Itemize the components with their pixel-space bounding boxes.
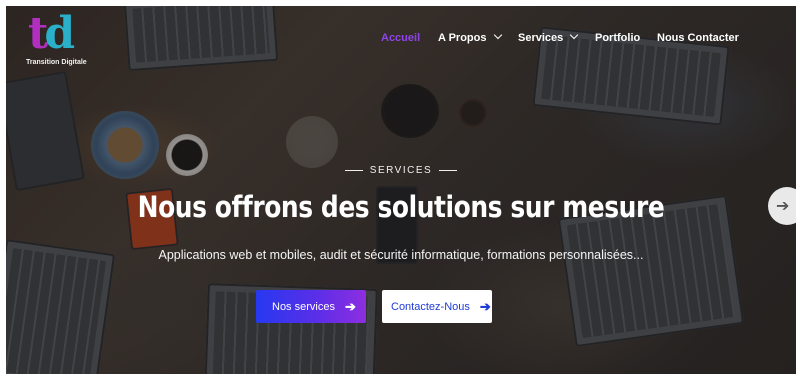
- eyebrow-label: SERVICES: [369, 165, 433, 176]
- chevron-down-icon: [493, 30, 502, 40]
- arrow-right-icon: ➔: [776, 198, 790, 215]
- nos-services-button[interactable]: Nos services ➔: [256, 290, 366, 323]
- main-nav: Accueil A Propos Services Portfolio Nous…: [6, 30, 796, 48]
- eyebrow-line: [344, 169, 363, 171]
- nav-item-nous-contacter[interactable]: Nous Contacter: [657, 32, 739, 44]
- nav-item-a-propos[interactable]: A Propos: [438, 30, 502, 44]
- hero-banner: td Transition Digitale Accueil A Propos …: [6, 6, 796, 374]
- contactez-nous-button[interactable]: Contactez-Nous ➔: [382, 290, 492, 323]
- logo-tagline: Transition Digitale: [26, 59, 87, 66]
- arrow-right-icon: ➔: [479, 299, 491, 314]
- chevron-down-icon: [570, 30, 579, 40]
- button-label: Contactez-Nous: [391, 300, 470, 313]
- hero-subtitle: Applications web et mobiles, audit et sé…: [158, 248, 644, 262]
- button-label: Nos services: [272, 300, 335, 313]
- hero-title: Nous offrons des solutions sur mesure: [137, 190, 665, 224]
- nav-item-label: Services: [518, 32, 564, 44]
- nav-item-accueil[interactable]: Accueil: [381, 32, 420, 44]
- arrow-right-icon: ➔: [344, 299, 356, 314]
- site-header: td Transition Digitale Accueil A Propos …: [6, 6, 796, 68]
- hero-eyebrow: SERVICES: [6, 165, 796, 176]
- nav-item-label: A Propos: [438, 32, 487, 44]
- eyebrow-line: [439, 169, 458, 171]
- nav-item-portfolio[interactable]: Portfolio: [595, 32, 640, 44]
- nav-item-services[interactable]: Services: [518, 30, 579, 44]
